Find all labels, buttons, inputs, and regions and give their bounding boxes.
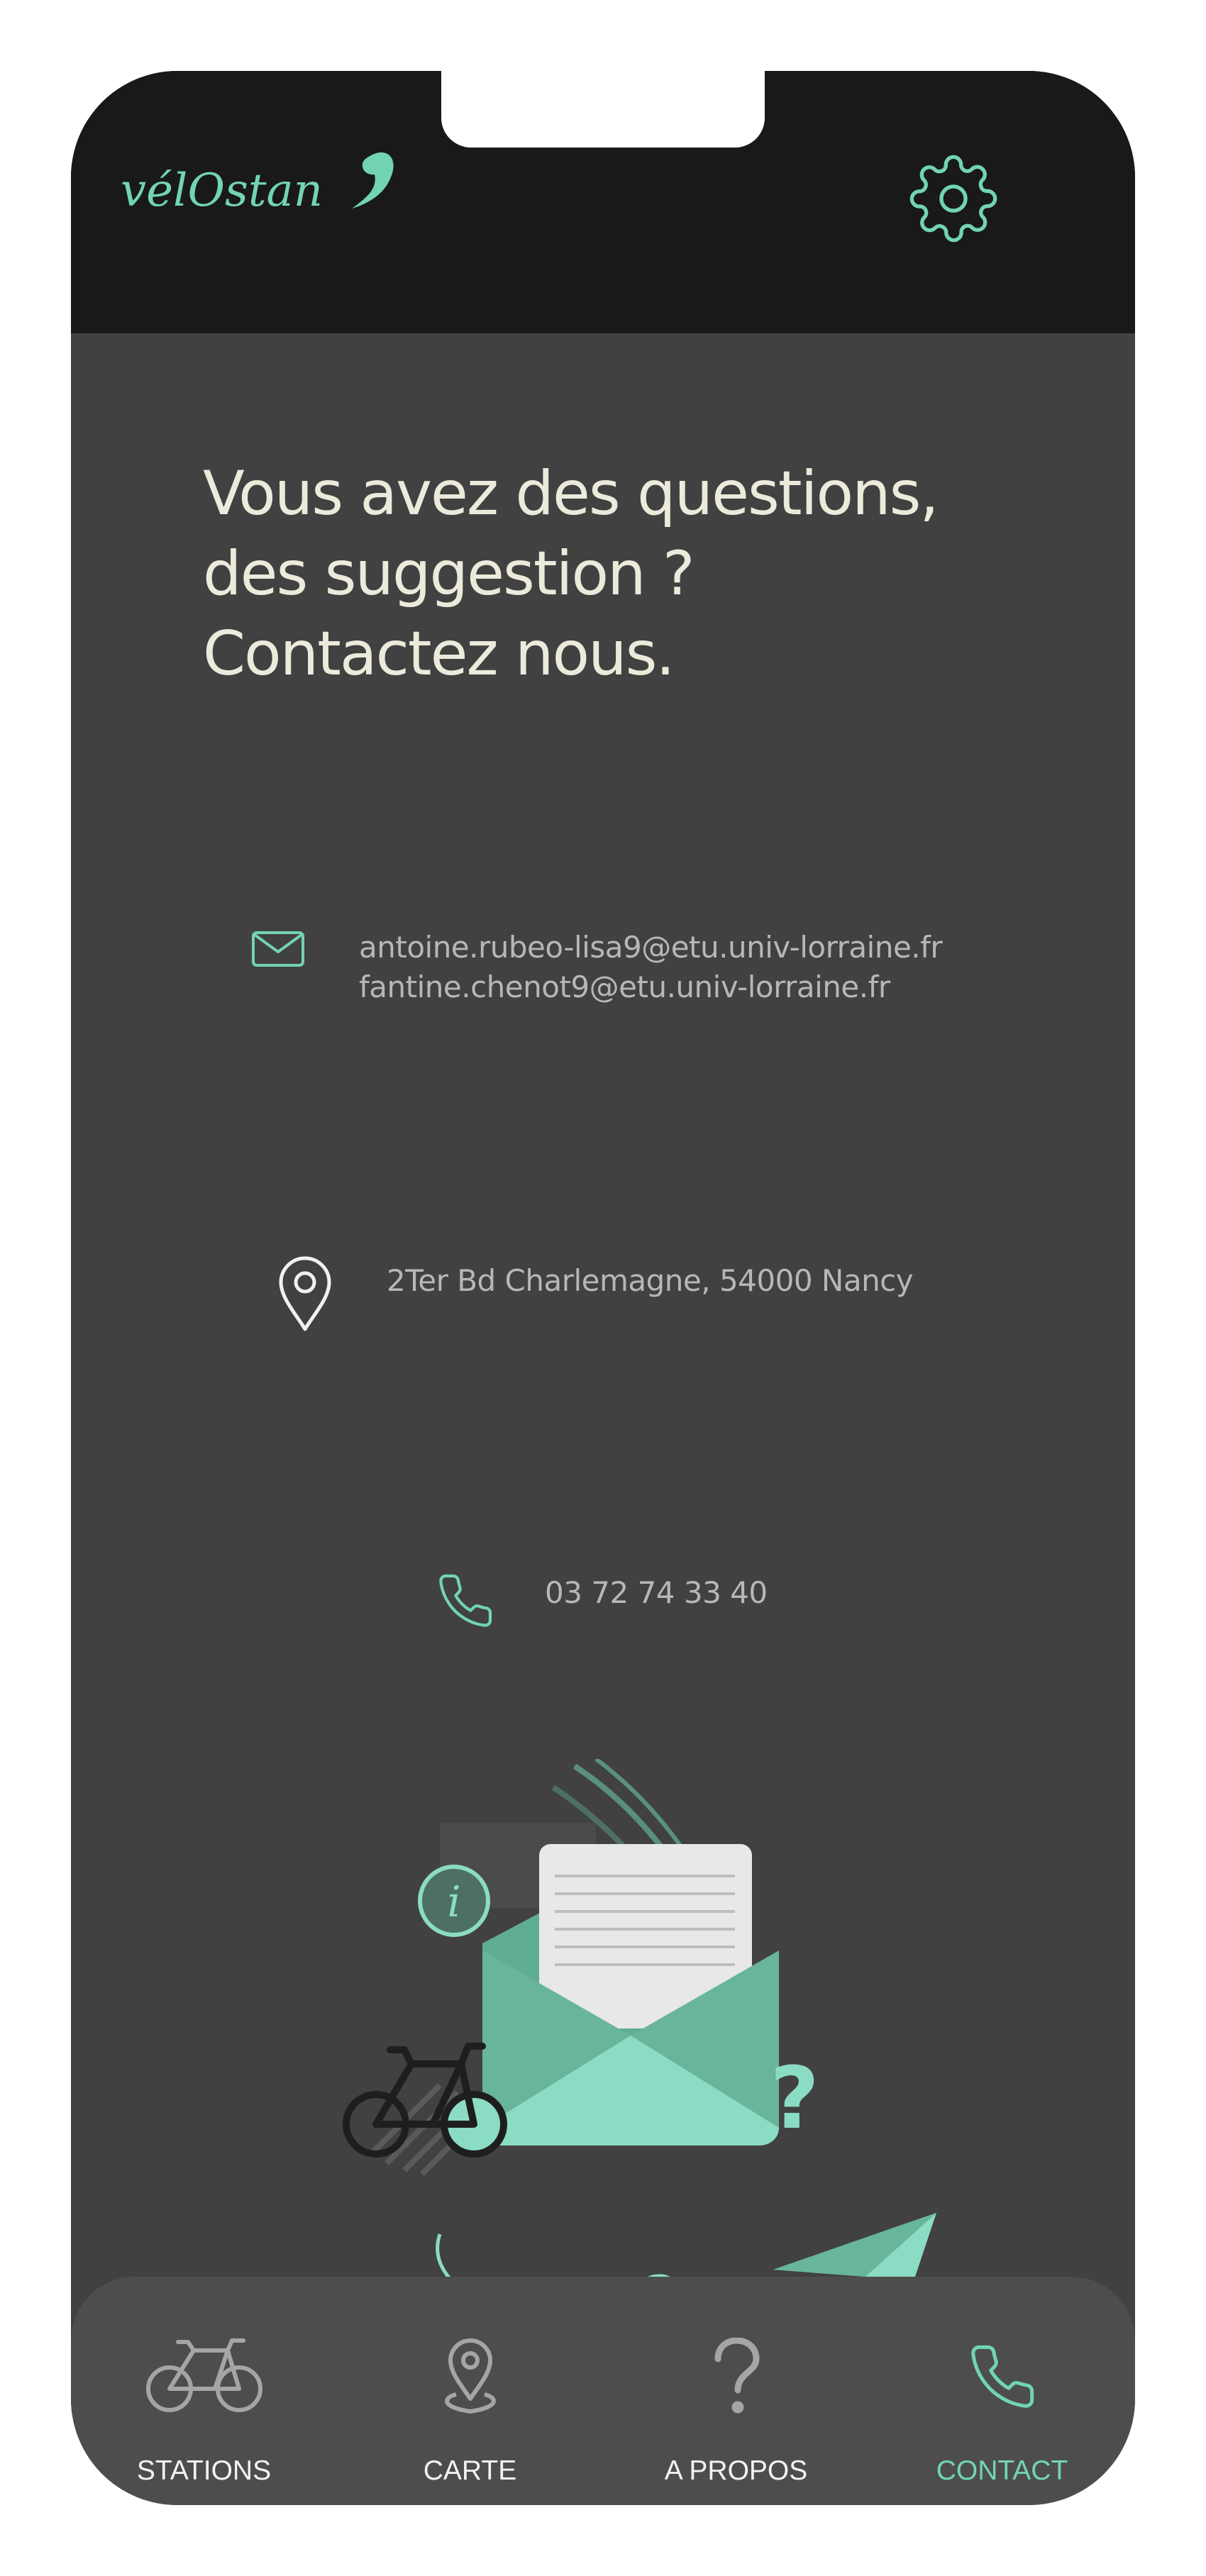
phone-frame: vélOstan Vous avez des questions, des su… bbox=[71, 71, 1135, 2505]
nav-item-stations[interactable]: STATIONS bbox=[71, 2277, 337, 2505]
contact-address-row: 2Ter Bd Charlemagne, 54000 Nancy bbox=[277, 1255, 1057, 1348]
question-mark-icon bbox=[714, 2338, 759, 2414]
title-line: des suggestion ? bbox=[203, 538, 695, 609]
envelope-icon bbox=[252, 931, 304, 967]
nav-item-carte[interactable]: CARTE bbox=[337, 2277, 603, 2505]
nav-label: CARTE bbox=[423, 2455, 517, 2486]
phone-number-link[interactable]: 03 72 74 33 40 bbox=[545, 1573, 768, 1613]
phone-icon bbox=[439, 1574, 492, 1627]
gear-icon[interactable] bbox=[908, 153, 999, 244]
title-line: Vous avez des questions, bbox=[203, 458, 939, 529]
svg-text:i: i bbox=[447, 1877, 460, 1927]
app-header: vélOstan bbox=[71, 71, 1135, 333]
nav-label: CONTACT bbox=[936, 2455, 1068, 2486]
map-pin-icon bbox=[444, 2338, 496, 2414]
nav-item-a-propos[interactable]: A PROPOS bbox=[603, 2277, 869, 2505]
contact-phone-row: 03 72 74 33 40 bbox=[426, 1567, 922, 1645]
address-text: 2Ter Bd Charlemagne, 54000 Nancy bbox=[387, 1263, 914, 1298]
bottom-navigation: STATIONS CARTE A PROPOS CONTACT bbox=[71, 2277, 1135, 2505]
page-title: Vous avez des questions, des suggestion … bbox=[203, 454, 1054, 694]
email-link[interactable]: antoine.rubeo-lisa9@etu.univ-lorraine.fr bbox=[359, 928, 943, 967]
map-pin-icon bbox=[279, 1256, 331, 1331]
svg-text:vélOstan: vélOstan bbox=[121, 165, 323, 217]
bicycle-icon bbox=[145, 2338, 262, 2412]
velostan-logo[interactable]: vélOstan bbox=[118, 129, 402, 221]
phone-icon bbox=[970, 2345, 1034, 2408]
nav-label: A PROPOS bbox=[664, 2455, 808, 2486]
nav-label: STATIONS bbox=[136, 2455, 272, 2486]
title-line: Contactez nous. bbox=[203, 618, 675, 689]
contact-email-row: antoine.rubeo-lisa9@etu.univ-lorraine.fr… bbox=[248, 929, 1029, 1021]
svg-text:?: ? bbox=[770, 2050, 819, 2148]
nav-item-contact[interactable]: CONTACT bbox=[869, 2277, 1135, 2505]
contact-mail-illustration: i ? bbox=[343, 1759, 936, 2331]
device-notch bbox=[441, 71, 765, 148]
email-link[interactable]: fantine.chenot9@etu.univ-lorraine.fr bbox=[359, 967, 942, 1007]
